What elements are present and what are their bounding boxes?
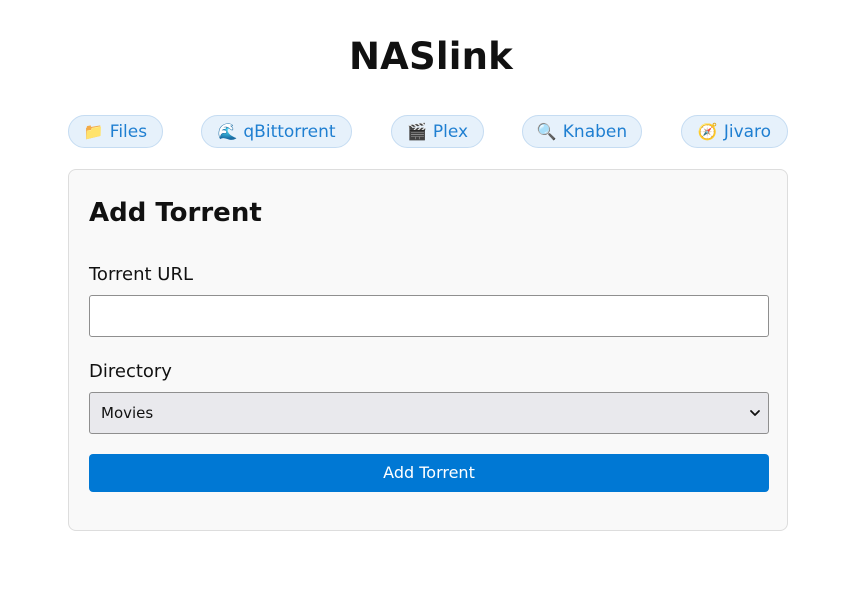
nav-link-label: Files	[109, 122, 148, 142]
service-nav: 📁 Files 🌊 qBittorrent 🎬 Plex 🔍 Knaben 🧭 Jivar…	[68, 115, 788, 150]
nav-link-label: Jivaro	[723, 122, 772, 142]
add-torrent-card: Add Torrent Torrent URL Directory Movies…	[68, 169, 788, 531]
directory-label: Directory	[89, 361, 172, 382]
nav-link-label: Knaben	[562, 122, 628, 142]
torrent-url-label: Torrent URL	[89, 264, 194, 285]
nav-link-qbittorrent[interactable]: 🌊 qBittorrent	[201, 115, 352, 148]
directory-select[interactable]: Movies	[89, 392, 769, 434]
nav-link-knaben[interactable]: 🔍 Knaben	[522, 115, 642, 148]
page-title: NASlink	[349, 35, 513, 78]
card-title: Add Torrent	[89, 198, 262, 228]
compass-icon: 🧭	[697, 122, 718, 141]
nav-link-label: qBittorrent	[243, 122, 336, 142]
directory-selected-value: Movies	[101, 404, 154, 422]
add-torrent-button[interactable]: Add Torrent	[89, 454, 769, 492]
page: NASlink 📁 Files 🌊 qBittorrent 🎬 Plex 🔍 Knabe…	[0, 0, 862, 596]
nav-link-jivaro[interactable]: 🧭 Jivaro	[681, 115, 788, 148]
nav-link-files[interactable]: 📁 Files	[68, 115, 163, 148]
nav-link-label: Plex	[432, 122, 469, 142]
wave-icon: 🌊	[217, 122, 238, 141]
magnifier-icon: 🔍	[536, 122, 557, 141]
folder-icon: 📁	[83, 122, 104, 141]
nav-link-plex[interactable]: 🎬 Plex	[391, 115, 484, 148]
torrent-url-input[interactable]	[89, 295, 769, 337]
chevron-down-icon	[750, 410, 760, 416]
clapper-board-icon: 🎬	[406, 122, 427, 141]
